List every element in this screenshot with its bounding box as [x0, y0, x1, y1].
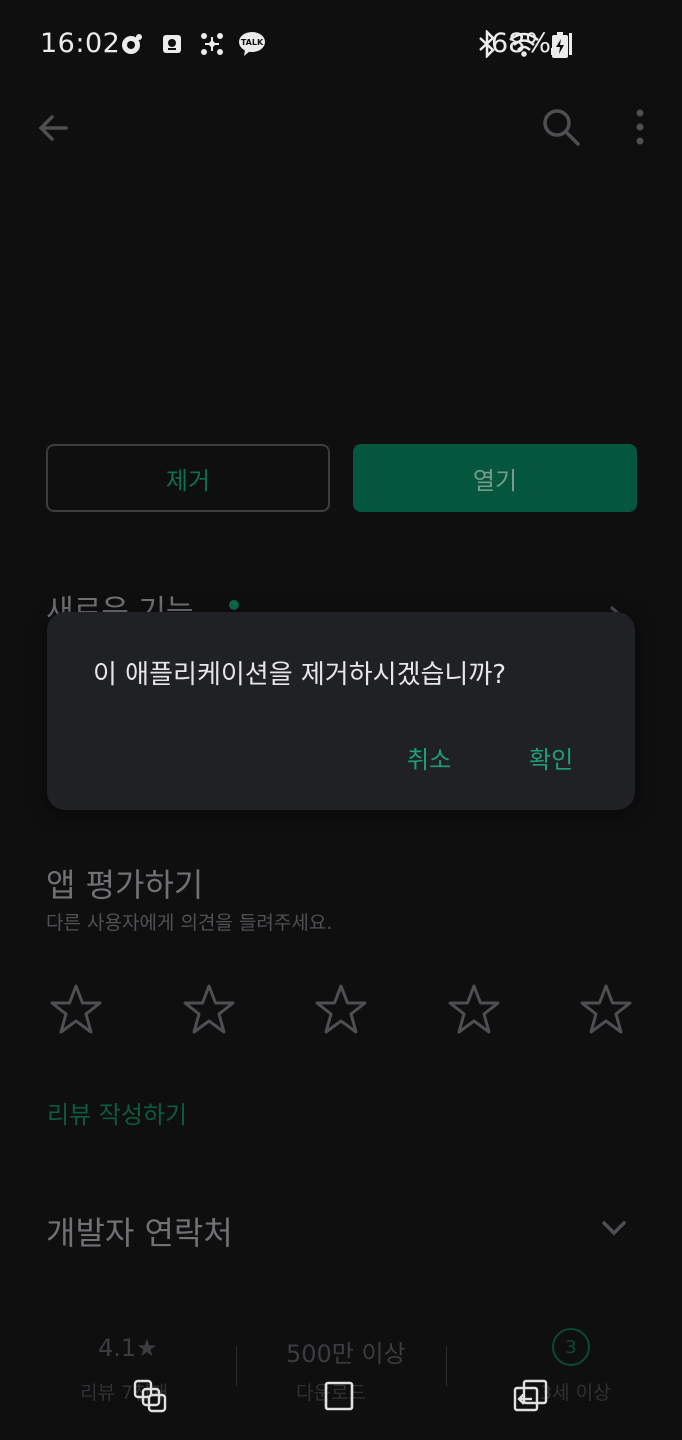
- battery-icon: [552, 32, 568, 58]
- home-icon[interactable]: [323, 1380, 355, 1412]
- dialog-message: 이 애플리케이션을 제거하시겠습니까?: [93, 660, 507, 690]
- camera-notif-icon: [118, 30, 146, 58]
- more-vert-icon[interactable]: [626, 106, 654, 148]
- developer-contact-title[interactable]: 개발자 연락처: [46, 1208, 233, 1254]
- star-5-icon[interactable]: [578, 982, 634, 1038]
- connect-icon: [198, 30, 226, 58]
- back-arrow-icon[interactable]: [34, 108, 74, 148]
- new-indicator-dot: [229, 600, 239, 610]
- write-review-link[interactable]: 리뷰 작성하기: [47, 1095, 187, 1130]
- confirm-button[interactable]: 확인: [529, 740, 573, 775]
- chevron-down-icon[interactable]: [600, 1214, 628, 1242]
- recent-apps-icon[interactable]: [132, 1378, 168, 1414]
- open-button[interactable]: 열기: [353, 444, 637, 512]
- notification-icons: TALK: [118, 30, 266, 58]
- star-2-icon[interactable]: [181, 982, 237, 1038]
- star-4-icon[interactable]: [446, 982, 502, 1038]
- search-icon[interactable]: [540, 106, 582, 148]
- status-bar: 16:02 TALK 68%: [0, 0, 682, 92]
- battery-percent: 68%: [491, 28, 552, 59]
- star-1-icon[interactable]: [48, 982, 104, 1038]
- screenshot-icon: [158, 30, 186, 58]
- kakaotalk-icon: TALK: [238, 30, 266, 58]
- cancel-button[interactable]: 취소: [407, 740, 451, 775]
- back-icon[interactable]: [512, 1378, 550, 1414]
- kakaotalk-label: TALK: [241, 38, 264, 47]
- uninstall-confirm-dialog: 이 애플리케이션을 제거하시겠습니까? 취소 확인: [47, 612, 635, 810]
- status-time: 16:02: [40, 28, 121, 59]
- star-rating: [48, 982, 634, 1042]
- star-3-icon[interactable]: [313, 982, 369, 1038]
- uninstall-button[interactable]: 제거: [46, 444, 330, 512]
- rate-app-title: 앱 평가하기: [46, 866, 204, 904]
- rate-app-subtitle: 다른 사용자에게 의견을 들려주세요.: [46, 912, 333, 934]
- screen: 16:02 TALK 68% 제거 열기 앱 평가하기 다른 사용자에게 의견을…: [0, 0, 682, 1440]
